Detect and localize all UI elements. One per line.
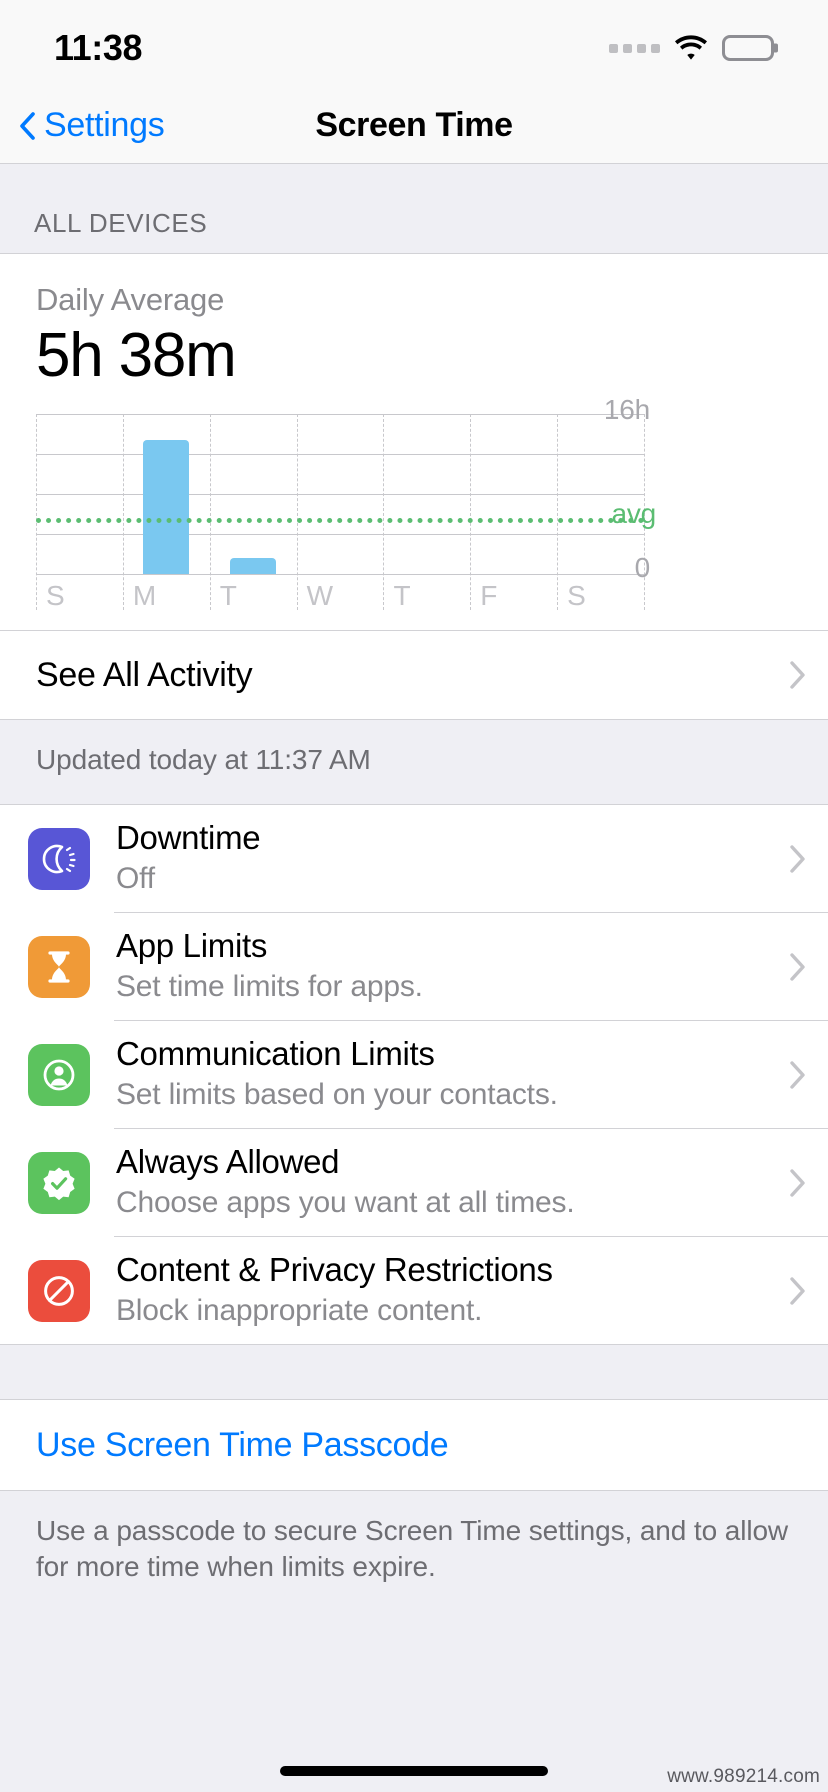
chart-gridline <box>36 574 644 576</box>
chart-bar-cell <box>123 414 210 575</box>
chart-day-label: S <box>567 580 586 612</box>
updated-footnote: Updated today at 11:37 AM <box>0 720 828 805</box>
chart-day-label: F <box>480 580 498 612</box>
feature-row-app-limits[interactable]: App Limits Set time limits for apps. <box>0 913 828 1021</box>
feature-row-content-privacy-restrictions[interactable]: Content & Privacy Restrictions Block inap… <box>0 1237 828 1345</box>
status-bar: 11:38 <box>0 0 828 88</box>
navigation-bar: Settings Screen Time <box>0 88 828 164</box>
daily-average-value: 5h 38m <box>36 321 237 390</box>
feature-row-always-allowed[interactable]: Always Allowed Choose apps you want at al… <box>0 1129 828 1237</box>
all-devices-section-header: ALL DEVICES <box>0 164 828 253</box>
chart-y-max-label: 16h <box>603 394 650 426</box>
prohibited-icon <box>28 1259 90 1322</box>
settings-scroll-content[interactable]: ALL DEVICES Daily Average 5h 38m 16h 0 a… <box>0 164 828 1792</box>
daily-average-label: Daily Average <box>36 282 225 317</box>
feature-subtitle: Block inappropriate content. <box>116 1294 483 1328</box>
watermark: www.989214.com <box>667 1766 820 1787</box>
person-circle-icon <box>28 1043 90 1106</box>
chevron-right-icon <box>790 661 805 689</box>
feature-subtitle: Off <box>116 862 155 896</box>
feature-row-text: Communication Limits Set limits based on … <box>116 1035 789 1113</box>
screen-time-settings-screen: 11:38 Settings Screen Time ALL DEVICES D… <box>0 0 828 1792</box>
feature-row-text: Content & Privacy Restrictions Block inap… <box>116 1251 789 1329</box>
chart-bar-cell <box>557 414 644 574</box>
status-bar-time: 11:38 <box>54 27 143 68</box>
chart-average-line <box>36 517 644 523</box>
feature-title: Content & Privacy Restrictions <box>116 1251 553 1289</box>
feature-title: App Limits <box>116 927 268 965</box>
chart-day-label: T <box>219 580 237 612</box>
chart-bar-cell <box>470 414 557 574</box>
home-indicator[interactable] <box>280 1766 548 1776</box>
chart-day-label: S <box>46 580 65 612</box>
feature-subtitle: Set time limits for apps. <box>116 970 423 1004</box>
chevron-right-icon <box>790 952 805 981</box>
feature-subtitle: Set limits based on your contacts. <box>116 1078 558 1112</box>
chart-x-axis-labels: SMTWTFS <box>36 580 644 612</box>
downtime-moon-icon <box>28 827 90 890</box>
hourglass-icon <box>28 935 90 998</box>
weekly-usage-chart[interactable]: 16h 0 avg S M T W T F S <box>0 394 828 630</box>
chart-bars <box>36 414 644 575</box>
cellular-dots-icon <box>609 43 660 53</box>
chevron-right-icon <box>790 1276 805 1305</box>
feature-row-text: Always Allowed Choose apps you want at al… <box>116 1143 789 1221</box>
feature-title: Communication Limits <box>116 1035 435 1073</box>
use-screen-time-passcode-row[interactable]: Use Screen Time Passcode <box>0 1400 828 1491</box>
feature-row-downtime[interactable]: Downtime Off <box>0 805 828 913</box>
feature-title: Downtime <box>116 819 261 857</box>
status-bar-indicators <box>609 27 774 61</box>
feature-row-text: App Limits Set time limits for apps. <box>116 927 789 1005</box>
chart-day-label: M <box>132 580 157 612</box>
chevron-right-icon <box>790 1060 805 1089</box>
chevron-right-icon <box>790 844 805 873</box>
chart-bar-cell <box>210 414 297 575</box>
checkmark-seal-icon <box>28 1151 90 1214</box>
chart-average-label: avg <box>611 497 656 529</box>
wifi-icon <box>674 35 708 61</box>
section-gap <box>0 1345 828 1400</box>
back-label: Settings <box>44 106 165 144</box>
chart-bar-cell <box>297 414 384 574</box>
feature-title: Always Allowed <box>116 1143 340 1181</box>
chart-bar-cell <box>383 414 470 574</box>
chart-day-label: W <box>306 580 334 612</box>
feature-row-communication-limits[interactable]: Communication Limits Set limits based on … <box>0 1021 828 1129</box>
passcode-footnote: Use a passcode to secure Screen Time set… <box>0 1491 828 1611</box>
daily-average-summary: Daily Average 5h 38m <box>0 254 828 390</box>
chart-bar <box>230 558 277 575</box>
see-all-activity-label: See All Activity <box>36 655 253 694</box>
chevron-left-icon <box>20 111 35 140</box>
feature-row-text: Downtime Off <box>116 819 789 897</box>
feature-subtitle: Choose apps you want at all times. <box>116 1186 575 1220</box>
screen-time-features-card: Downtime Off App Limits Set time limits for… <box>0 804 828 1346</box>
usage-summary-card: Daily Average 5h 38m 16h 0 avg S M T W T F S S… <box>0 253 828 721</box>
see-all-activity-row[interactable]: See All Activity <box>0 631 828 720</box>
chart-plot-area: 16h 0 avg <box>36 394 656 611</box>
back-to-settings-button[interactable]: Settings <box>0 106 165 145</box>
chart-bar <box>143 440 190 575</box>
chart-bar-cell <box>36 414 123 574</box>
chevron-right-icon <box>790 1168 805 1197</box>
chart-day-label: T <box>393 580 411 612</box>
passcode-card: Use Screen Time Passcode <box>0 1399 828 1492</box>
battery-full-icon <box>722 35 774 61</box>
use-screen-time-passcode-label: Use Screen Time Passcode <box>36 1425 449 1464</box>
